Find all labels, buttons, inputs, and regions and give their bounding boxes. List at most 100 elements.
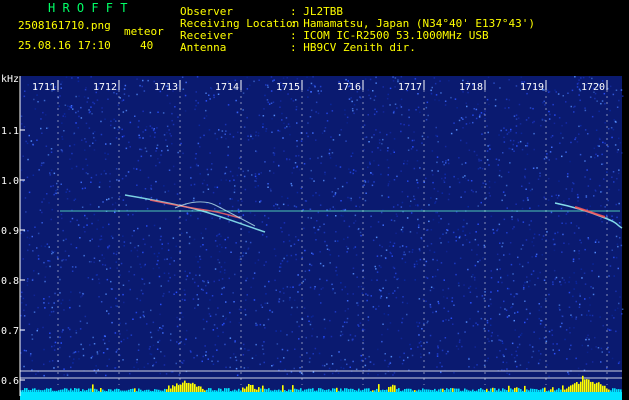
signal-bar <box>198 386 200 392</box>
noise-speck <box>561 251 563 253</box>
noise-speck <box>473 150 476 153</box>
noise-speck <box>429 305 431 308</box>
noise-speck <box>552 283 554 286</box>
noise-speck <box>365 136 368 138</box>
noise-speck <box>53 250 56 253</box>
noise-speck <box>560 207 563 210</box>
noise-speck <box>205 92 207 94</box>
noise-speck <box>342 215 344 217</box>
noise-speck <box>102 263 104 266</box>
noise-speck <box>347 339 350 342</box>
noise-speck <box>160 285 162 287</box>
noise-speck <box>31 235 33 238</box>
noise-speck <box>192 298 195 300</box>
noise-speck <box>79 237 81 239</box>
noise-speck <box>584 248 586 251</box>
noise-speck <box>571 190 573 192</box>
signal-bar <box>256 389 258 392</box>
noise-speck <box>34 226 36 228</box>
noise-speck <box>434 202 436 204</box>
noise-speck <box>163 203 166 206</box>
noise-speck <box>125 147 128 150</box>
noise-speck <box>31 279 34 281</box>
signal-bar <box>164 388 166 392</box>
noise-speck <box>494 181 496 184</box>
noise-speck <box>82 354 85 357</box>
noise-speck <box>323 373 326 376</box>
noise-speck <box>221 287 223 290</box>
noise-speck <box>150 155 152 157</box>
signal-bar <box>216 390 218 392</box>
noise-speck <box>115 261 117 263</box>
noise-speck <box>283 150 285 152</box>
noise-speck <box>614 120 617 123</box>
noise-speck <box>517 219 519 222</box>
noise-speck <box>290 245 292 247</box>
noise-speck <box>516 311 519 313</box>
noise-speck <box>603 92 606 95</box>
noise-speck <box>104 158 107 160</box>
noise-speck <box>336 274 338 276</box>
noise-speck <box>462 244 464 246</box>
noise-speck <box>181 76 184 78</box>
noise-speck <box>346 293 349 295</box>
noise-speck <box>43 261 45 264</box>
signal-bar <box>248 384 250 392</box>
noise-speck <box>56 256 59 258</box>
noise-speck <box>559 142 561 144</box>
noise-speck <box>228 277 230 280</box>
noise-speck <box>509 162 511 164</box>
signal-bar <box>496 390 498 392</box>
noise-speck <box>427 136 429 138</box>
noise-speck <box>242 109 244 111</box>
noise-speck <box>529 189 532 192</box>
noise-speck <box>61 260 63 262</box>
noise-speck <box>551 329 553 331</box>
noise-speck <box>585 213 588 216</box>
noise-speck <box>166 131 168 134</box>
noise-speck <box>405 246 408 248</box>
signal-bar <box>62 389 64 392</box>
signal-bar <box>382 389 384 392</box>
noise-speck <box>416 263 418 265</box>
noise-speck <box>498 259 501 261</box>
noise-speck <box>586 169 588 171</box>
noise-speck <box>488 192 490 194</box>
noise-speck <box>122 199 125 201</box>
noise-speck <box>232 292 234 294</box>
noise-speck <box>295 99 297 101</box>
noise-speck <box>377 147 379 149</box>
noise-speck <box>309 116 312 118</box>
noise-speck <box>416 232 418 234</box>
noise-speck <box>219 271 222 273</box>
noise-speck <box>588 338 590 341</box>
noise-speck <box>78 115 80 118</box>
noise-speck <box>220 293 223 295</box>
noise-speck <box>339 166 342 168</box>
signal-bar <box>570 385 572 392</box>
noise-speck <box>155 150 157 152</box>
noise-speck <box>116 250 118 253</box>
noise-speck <box>185 81 187 84</box>
noise-speck <box>360 234 362 237</box>
noise-speck <box>291 306 293 309</box>
noise-speck <box>573 250 576 252</box>
noise-speck <box>224 172 227 175</box>
noise-speck <box>168 129 170 131</box>
noise-speck <box>59 292 61 294</box>
noise-speck <box>85 141 87 143</box>
noise-speck <box>574 138 576 141</box>
noise-speck <box>26 284 29 286</box>
noise-speck <box>568 281 570 283</box>
noise-speck <box>275 203 277 205</box>
signal-bar <box>80 391 82 392</box>
noise-speck <box>475 108 478 111</box>
noise-speck <box>543 337 546 339</box>
noise-speck <box>395 213 398 215</box>
noise-speck <box>345 140 347 142</box>
noise-speck <box>521 332 523 335</box>
noise-speck <box>432 181 434 184</box>
signal-bar <box>108 389 110 392</box>
noise-speck <box>53 302 55 304</box>
noise-speck <box>162 325 164 327</box>
